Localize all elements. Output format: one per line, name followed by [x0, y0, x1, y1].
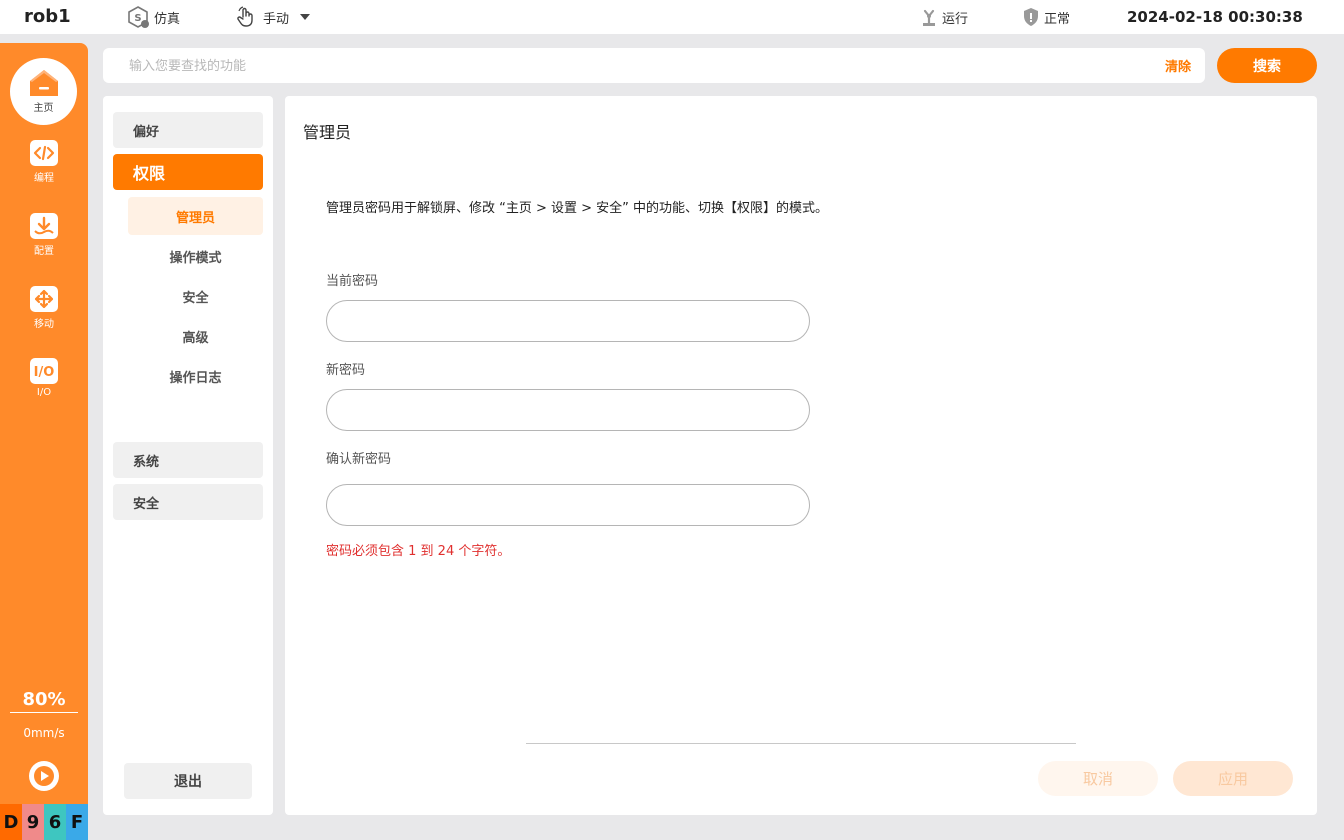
- code-char: D: [0, 804, 22, 840]
- nav-config-label: 配置: [34, 246, 54, 257]
- move-arrows-icon: [30, 286, 58, 312]
- clear-button[interactable]: 清除: [1165, 56, 1191, 75]
- robot-name: rob1: [24, 6, 71, 27]
- code-char: F: [66, 804, 88, 840]
- password-error-message: 密码必须包含 1 到 24 个字符。: [326, 544, 511, 559]
- simulation-label: 仿真: [154, 11, 181, 27]
- page-title: 管理员: [303, 123, 352, 142]
- caret-down-icon: [300, 14, 311, 20]
- menu-sub-advanced[interactable]: 高级: [128, 317, 263, 355]
- settings-menu: 偏好 权限 管理员 操作模式 安全 高级 操作日志 系统 安全 退出: [103, 96, 273, 815]
- nav-programming-label: 编程: [34, 173, 54, 184]
- confirm-password-label: 确认新密码: [326, 452, 392, 467]
- search-bar: 清除: [103, 48, 1205, 83]
- menu-sub-safety[interactable]: 安全: [128, 277, 263, 315]
- status-code-strip: D 9 6 F: [0, 804, 88, 840]
- menu-safety[interactable]: 安全: [113, 484, 263, 520]
- apply-button[interactable]: 应用: [1173, 761, 1293, 796]
- run-status: 运行: [920, 4, 968, 30]
- speed-percent[interactable]: 80%: [10, 689, 78, 713]
- simulation-indicator[interactable]: S 仿真: [126, 4, 180, 30]
- nav-home[interactable]: 主页: [10, 58, 77, 125]
- mode-label: 手动: [263, 11, 290, 27]
- datetime: 2024-02-18 00:30:38: [1127, 8, 1303, 26]
- shield-icon: [1024, 8, 1038, 26]
- nav-move-label: 移动: [34, 319, 54, 330]
- menu-sub-operation-log[interactable]: 操作日志: [128, 357, 263, 395]
- current-password-input[interactable]: [326, 300, 810, 342]
- description-text: 管理员密码用于解锁屏、修改 “主页 > 设置 > 安全” 中的功能、切换【权限】…: [326, 201, 829, 216]
- home-icon: [29, 70, 58, 96]
- admin-password-panel: 管理员 管理员密码用于解锁屏、修改 “主页 > 设置 > 安全” 中的功能、切换…: [285, 96, 1317, 815]
- svg-text:I/O: I/O: [34, 365, 55, 379]
- menu-permissions[interactable]: 权限: [113, 154, 263, 190]
- svg-text:S: S: [134, 13, 141, 24]
- main-sidebar: 主页 编程 配置 移动 I/O I/O 80% 0mm/s D 9 6 F: [0, 43, 88, 840]
- nav-move[interactable]: 移动: [0, 286, 88, 330]
- run-label: 运行: [942, 11, 969, 27]
- nav-io-label: I/O: [36, 387, 52, 398]
- cancel-button[interactable]: 取消: [1038, 761, 1158, 796]
- logout-button[interactable]: 退出: [124, 763, 252, 799]
- search-button[interactable]: 搜索: [1217, 48, 1317, 83]
- current-password-label: 当前密码: [326, 274, 379, 289]
- nav-programming[interactable]: 编程: [0, 140, 88, 184]
- robot-arm-icon: [923, 9, 935, 26]
- top-bar: rob1 S 仿真 手动 运行 正常 2024-02-18 00:30:38: [0, 0, 1344, 34]
- status-label: 正常: [1044, 11, 1071, 27]
- config-download-icon: [30, 213, 58, 239]
- code-icon: [30, 140, 58, 166]
- new-password-label: 新密码: [326, 363, 366, 378]
- menu-system[interactable]: 系统: [113, 442, 263, 478]
- mode-selector[interactable]: 手动: [235, 4, 319, 30]
- divider: [526, 743, 1076, 744]
- play-button[interactable]: [29, 761, 59, 791]
- search-input[interactable]: [129, 56, 1029, 76]
- new-password-input[interactable]: [326, 389, 810, 431]
- menu-sub-admin[interactable]: 管理员: [128, 197, 263, 235]
- nav-io[interactable]: I/O I/O: [0, 358, 88, 398]
- speed-value: 0mm/s: [23, 726, 65, 740]
- code-char: 6: [44, 804, 66, 840]
- confirm-password-input[interactable]: [326, 484, 810, 526]
- nav-home-label: 主页: [33, 103, 54, 114]
- system-status: 正常: [1022, 4, 1070, 30]
- code-char: 9: [22, 804, 44, 840]
- simulation-icon: S: [128, 6, 149, 28]
- nav-config[interactable]: 配置: [0, 213, 88, 257]
- play-icon: [34, 766, 54, 786]
- menu-preferences[interactable]: 偏好: [113, 112, 263, 148]
- io-icon: I/O: [30, 358, 58, 384]
- menu-sub-operation-mode[interactable]: 操作模式: [128, 237, 263, 275]
- hand-icon: [237, 6, 253, 27]
